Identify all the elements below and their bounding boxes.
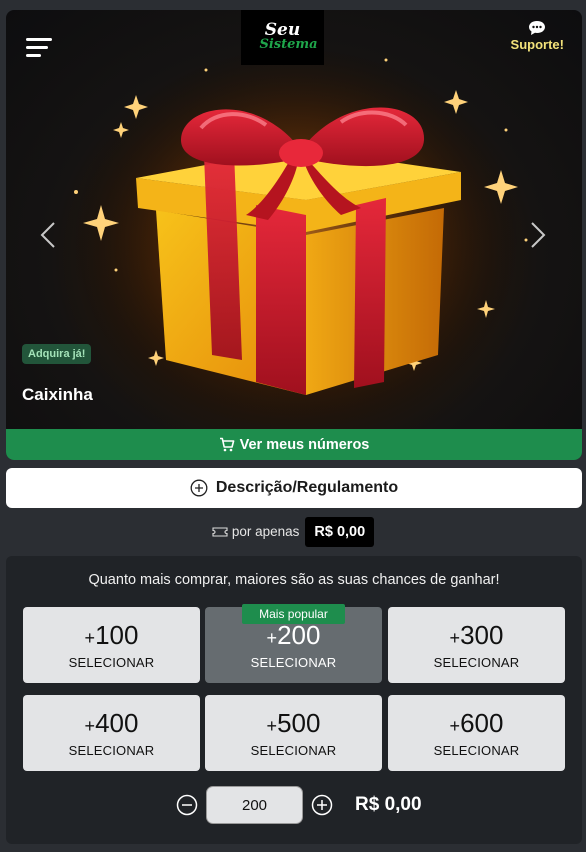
- status-badge: Adquira já!: [22, 344, 92, 364]
- plus-circle-icon[interactable]: [311, 794, 333, 816]
- quantity-option-500[interactable]: +500 SELECIONAR: [205, 695, 382, 771]
- option-amount: 500: [277, 707, 321, 738]
- option-select-label: SELECIONAR: [433, 654, 520, 670]
- support-label: Suporte!: [510, 37, 564, 52]
- quantity-row: R$ 0,00: [6, 786, 582, 824]
- option-amount: 400: [95, 707, 139, 738]
- quantity-option-100[interactable]: +100 SELECIONAR: [23, 607, 200, 683]
- logo[interactable]: Seu Sistema: [241, 10, 324, 65]
- minus-circle-icon[interactable]: [176, 794, 198, 816]
- option-select-label: SELECIONAR: [250, 654, 337, 670]
- price-label: por apenas: [231, 524, 300, 539]
- top-bar: Seu Sistema Suporte!: [6, 10, 582, 74]
- option-select-label: SELECIONAR: [68, 654, 155, 670]
- chat-bubble-icon: [529, 21, 546, 35]
- logo-text-bottom: Sistema: [259, 37, 318, 52]
- option-amount: 100: [95, 619, 139, 650]
- option-amount: 600: [460, 707, 504, 738]
- support-button[interactable]: Suporte!: [511, 20, 564, 52]
- description-button[interactable]: Descrição/Regulamento: [6, 468, 582, 508]
- price-row: por apenas R$ 0,00: [0, 516, 586, 547]
- option-amount: 200: [277, 619, 321, 650]
- product-title: Caixinha: [22, 385, 93, 404]
- see-my-numbers-label: Ver meus números: [239, 436, 370, 453]
- carousel-prev-icon[interactable]: [34, 215, 64, 255]
- purchase-panel: Quanto mais comprar, maiores são as suas…: [6, 556, 582, 844]
- description-label: Descrição/Regulamento: [215, 479, 399, 496]
- quantity-option-600[interactable]: +600 SELECIONAR: [388, 695, 565, 771]
- quantity-input[interactable]: [206, 786, 303, 824]
- carousel-next-icon[interactable]: [522, 215, 552, 255]
- plus-circle-icon: [190, 479, 208, 497]
- menu-button[interactable]: [26, 38, 54, 58]
- see-my-numbers-button[interactable]: Ver meus números: [6, 429, 582, 460]
- option-select-label: SELECIONAR: [433, 742, 520, 758]
- option-select-label: SELECIONAR: [250, 742, 337, 758]
- hamburger-icon: [26, 38, 52, 41]
- option-select-label: SELECIONAR: [68, 742, 155, 758]
- popular-badge: Mais popular: [242, 604, 345, 624]
- ticket-icon: [212, 526, 228, 537]
- hero-banner: Seu Sistema Suporte! Adquira já! Caixinh…: [6, 10, 582, 460]
- quantity-option-300[interactable]: +300 SELECIONAR: [388, 607, 565, 683]
- total-price: R$ 0,00: [355, 794, 422, 815]
- quantity-option-400[interactable]: +400 SELECIONAR: [23, 695, 200, 771]
- logo-text-top: Seu: [264, 20, 301, 40]
- option-amount: 300: [460, 619, 504, 650]
- purchase-hint: Quanto mais comprar, maiores são as suas…: [88, 572, 500, 588]
- unit-price: R$ 0,00: [305, 516, 375, 547]
- cart-icon: [219, 437, 235, 452]
